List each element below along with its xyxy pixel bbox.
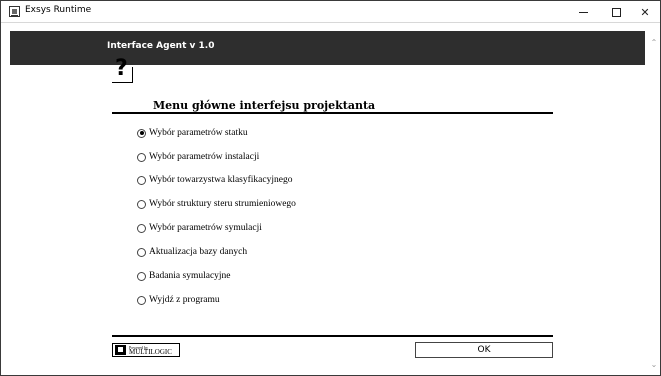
menu-option-label: Wybór parametrów symulacji [149,223,262,233]
menu-option-label: Wyjdź z programu [149,295,220,305]
radio-button[interactable] [137,271,146,281]
logo-big-text: MULTILOGIC [129,348,172,356]
menu-option[interactable]: Wybór struktury steru strumieniowego [137,197,296,211]
radio-button[interactable] [137,223,146,233]
app-icon [9,6,20,17]
ok-button[interactable]: OK [415,342,553,358]
menu-option[interactable]: Wybór parametrów instalacji [137,150,259,164]
menu-option[interactable]: Wybór parametrów symulacji [137,221,262,235]
close-icon: ✕ [640,5,650,19]
header-title: Interface Agent v 1.0 [107,41,215,51]
menu-option[interactable]: Wybór towarzystwa klasyfikacyjnego [137,173,292,187]
app-window: Exsys Runtime ✕ Interface Agent v 1.0 ? … [0,0,661,376]
radio-button[interactable] [137,247,146,257]
minimize-icon [578,11,588,13]
logo-icon [115,345,126,355]
menu-option[interactable]: Badania symulacyjne [137,269,231,283]
radio-button[interactable] [137,175,146,185]
radio-button[interactable] [137,199,146,209]
scroll-up-icon[interactable]: ⌃ [650,39,658,47]
maximize-button[interactable] [600,1,632,23]
footer-divider [112,335,553,337]
maximize-icon [611,7,621,17]
header-band: Interface Agent v 1.0 [10,31,645,65]
menu-option[interactable]: Aktualizacja bazy danych [137,245,247,259]
title-bar: Exsys Runtime ✕ [1,1,660,23]
title-divider [112,112,553,114]
menu-option-label: Wybór parametrów statku [149,128,248,138]
vertical-scrollbar[interactable]: ⌃ ⌄ [648,24,660,375]
minimize-button[interactable] [567,1,599,23]
radio-button[interactable] [137,295,146,305]
scroll-down-icon[interactable]: ⌄ [650,361,658,369]
content-area: Interface Agent v 1.0 ? Menu główne inte… [1,24,648,375]
close-button[interactable]: ✕ [629,1,661,23]
menu-option[interactable]: Wyjdź z programu [137,293,220,307]
menu-option-label: Wybór struktury steru strumieniowego [149,199,296,209]
question-mark-icon: ? [112,56,137,84]
menu-option-label: Aktualizacja bazy danych [149,247,248,257]
menu-title: Menu główne interfejsu projektanta [153,99,376,112]
menu-option-label: Wybór towarzystwa klasyfikacyjnego [149,175,293,185]
radio-button[interactable] [137,152,146,162]
window-title: Exsys Runtime [25,5,92,15]
menu-option[interactable]: Wybór parametrów statku [137,126,248,140]
menu-option-label: Badania symulacyjne [149,271,231,281]
menu-option-label: Wybór parametrów instalacji [149,152,260,162]
multilogic-logo: Powered by MULTILOGIC [112,343,180,357]
radio-button[interactable] [137,128,146,138]
